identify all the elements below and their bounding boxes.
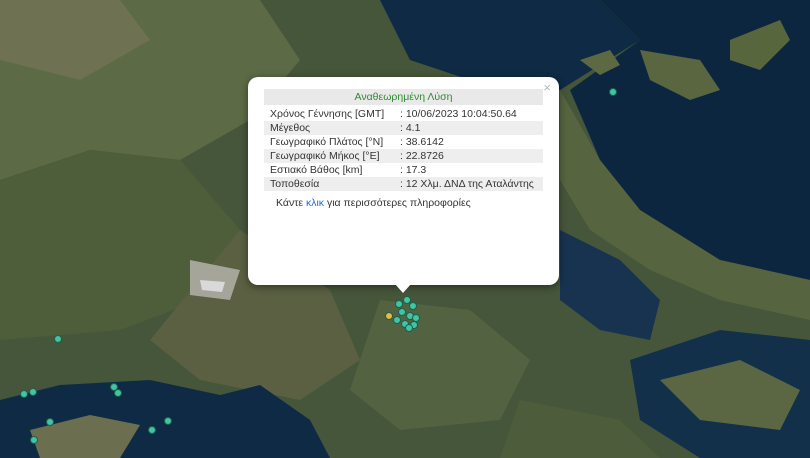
earthquake-info-popup: × Αναθεωρημένη Λύση Χρόνος Γέννησης [GMT… xyxy=(248,77,559,285)
detail-row-location: Τοποθεσία : 12 Χλμ. ΔΝΔ της Αταλάντης xyxy=(264,177,543,191)
earthquake-marker[interactable] xyxy=(609,88,617,96)
detail-label: Μέγεθος xyxy=(264,121,394,135)
more-info-suffix: για περισσότερες πληροφορίες xyxy=(324,197,471,209)
earthquake-marker[interactable] xyxy=(148,426,156,434)
earthquake-marker[interactable] xyxy=(393,316,401,324)
detail-label: Γεωγραφικό Μήκος [°E] xyxy=(264,149,394,163)
earthquake-marker[interactable] xyxy=(114,389,122,397)
detail-label: Γεωγραφικό Πλάτος [°N] xyxy=(270,136,384,148)
satellite-map[interactable]: × Αναθεωρημένη Λύση Χρόνος Γέννησης [GMT… xyxy=(0,0,810,458)
close-icon[interactable]: × xyxy=(543,81,551,94)
detail-label: Τοποθεσία xyxy=(264,177,394,191)
earthquake-marker[interactable] xyxy=(164,417,172,425)
popup-pointer xyxy=(395,284,411,293)
detail-row-latitude: Γεωγραφικό Πλάτος [°N] : 38.6142 xyxy=(264,135,543,149)
earthquake-marker[interactable] xyxy=(29,388,37,396)
latest-earthquake-marker[interactable] xyxy=(385,312,393,320)
earthquake-marker[interactable] xyxy=(395,300,403,308)
earthquake-marker[interactable] xyxy=(409,302,417,310)
detail-row-magnitude: Μέγεθος : 4.1 xyxy=(264,121,543,135)
detail-value: : 10/06/2023 10:04:50.64 xyxy=(400,108,517,120)
detail-label: Εστιακό Βάθος [km] xyxy=(270,164,363,176)
detail-value: : 4.1 xyxy=(394,121,543,135)
earthquake-details-table: Χρόνος Γέννησης [GMT] : 10/06/2023 10:04… xyxy=(264,107,543,191)
earthquake-marker[interactable] xyxy=(54,335,62,343)
earthquake-marker[interactable] xyxy=(46,418,54,426)
earthquake-marker[interactable] xyxy=(30,436,38,444)
earthquake-marker[interactable] xyxy=(20,390,28,398)
detail-row-longitude: Γεωγραφικό Μήκος [°E] : 22.8726 xyxy=(264,149,543,163)
detail-value: : 38.6142 xyxy=(400,136,444,148)
more-info-text: Κάντε κλικ για περισσότερες πληροφορίες xyxy=(264,197,543,209)
more-info-link[interactable]: κλικ xyxy=(306,197,324,209)
detail-value: : 22.8726 xyxy=(394,149,543,163)
detail-value: : 12 Χλμ. ΔΝΔ της Αταλάντης xyxy=(394,177,543,191)
detail-row-depth: Εστιακό Βάθος [km] : 17.3 xyxy=(264,163,543,177)
detail-row-origin-time: Χρόνος Γέννησης [GMT] : 10/06/2023 10:04… xyxy=(264,107,543,121)
earthquake-marker[interactable] xyxy=(398,308,406,316)
more-info-prefix: Κάντε xyxy=(276,197,306,209)
earthquake-marker[interactable] xyxy=(405,324,413,332)
detail-label: Χρόνος Γέννησης [GMT] xyxy=(270,108,385,120)
popup-title: Αναθεωρημένη Λύση xyxy=(264,89,543,105)
detail-value: : 17.3 xyxy=(400,164,427,176)
